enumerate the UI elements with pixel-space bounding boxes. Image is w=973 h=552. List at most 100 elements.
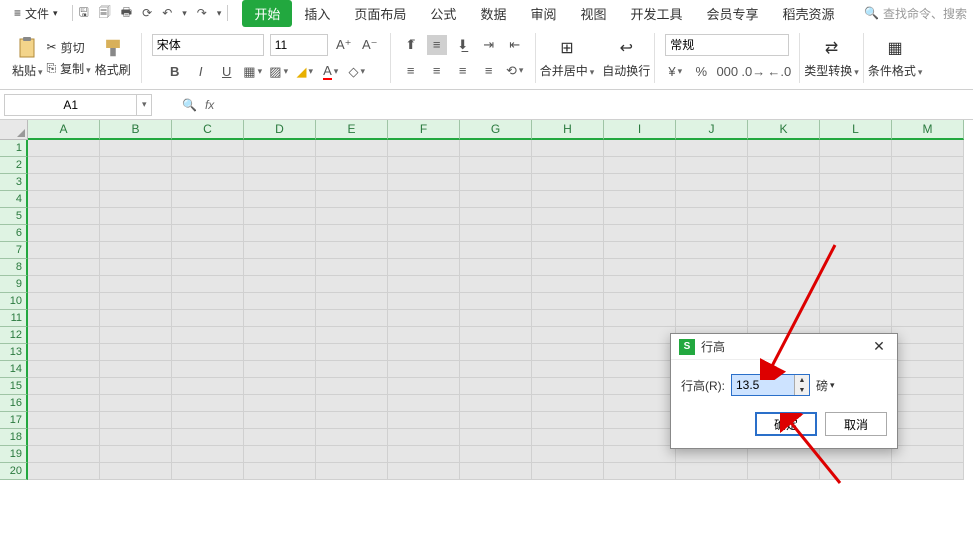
cell[interactable] — [100, 378, 172, 395]
clear-format-button[interactable]: ◇ — [347, 62, 367, 82]
cell[interactable] — [604, 446, 676, 463]
cell[interactable] — [892, 174, 964, 191]
column-header[interactable]: I — [604, 120, 676, 140]
cell[interactable] — [100, 327, 172, 344]
cell[interactable] — [244, 276, 316, 293]
cell[interactable] — [244, 140, 316, 157]
cell[interactable] — [388, 344, 460, 361]
cell[interactable] — [532, 429, 604, 446]
cell[interactable] — [748, 191, 820, 208]
cell[interactable] — [100, 429, 172, 446]
cell[interactable] — [676, 259, 748, 276]
column-header[interactable]: B — [100, 120, 172, 140]
cell[interactable] — [100, 157, 172, 174]
cell[interactable] — [892, 225, 964, 242]
row-height-input[interactable] — [732, 375, 794, 395]
cancel-button[interactable]: 取消 — [825, 412, 887, 436]
cell[interactable] — [172, 463, 244, 480]
cell[interactable] — [820, 293, 892, 310]
cell[interactable] — [28, 463, 100, 480]
cell[interactable] — [100, 259, 172, 276]
cell[interactable] — [460, 208, 532, 225]
tab-data[interactable]: 数据 — [468, 0, 518, 27]
cell[interactable] — [892, 259, 964, 276]
cell[interactable] — [316, 361, 388, 378]
column-header[interactable]: A — [28, 120, 100, 140]
cell[interactable] — [28, 140, 100, 157]
copy-button[interactable]: ⎘ 复制 — [47, 60, 91, 77]
row-header[interactable]: 18 — [0, 429, 28, 446]
cell[interactable] — [676, 225, 748, 242]
cell[interactable] — [172, 225, 244, 242]
orientation-icon[interactable]: ⟲ — [505, 61, 525, 81]
cell[interactable] — [28, 276, 100, 293]
cell[interactable] — [676, 191, 748, 208]
cell[interactable] — [316, 276, 388, 293]
cell[interactable] — [604, 208, 676, 225]
font-color-button[interactable]: A — [321, 62, 341, 82]
cell[interactable] — [28, 259, 100, 276]
cell[interactable] — [316, 259, 388, 276]
cell[interactable] — [316, 395, 388, 412]
cell[interactable] — [172, 395, 244, 412]
dialog-titlebar[interactable]: S 行高 ✕ — [671, 334, 897, 360]
cell[interactable] — [28, 174, 100, 191]
increase-font-icon[interactable]: A⁺ — [334, 35, 354, 55]
cell[interactable] — [820, 140, 892, 157]
cell[interactable] — [460, 327, 532, 344]
cell[interactable] — [892, 208, 964, 225]
cell[interactable] — [604, 361, 676, 378]
command-search[interactable]: 🔍 查找命令、搜索 — [864, 5, 967, 22]
align-top-icon[interactable]: ⬆̄ — [401, 35, 421, 55]
cell[interactable] — [532, 140, 604, 157]
cell[interactable] — [244, 327, 316, 344]
row-header[interactable]: 14 — [0, 361, 28, 378]
decrease-indent-icon[interactable]: ⇤ — [505, 35, 525, 55]
row-header[interactable]: 6 — [0, 225, 28, 242]
align-left-icon[interactable]: ≡ — [401, 61, 421, 81]
cell[interactable] — [172, 378, 244, 395]
cell[interactable] — [748, 225, 820, 242]
cell[interactable] — [388, 446, 460, 463]
cell[interactable] — [28, 395, 100, 412]
cell[interactable] — [388, 378, 460, 395]
font-size-select[interactable] — [270, 34, 328, 56]
cell[interactable] — [532, 191, 604, 208]
cell[interactable] — [388, 395, 460, 412]
font-name-select[interactable] — [152, 34, 264, 56]
merge-center-button[interactable]: ⊞ 合并居中 — [540, 36, 595, 79]
align-center-icon[interactable]: ≡ — [427, 61, 447, 81]
cell[interactable] — [460, 293, 532, 310]
row-header[interactable]: 4 — [0, 191, 28, 208]
cell[interactable] — [820, 191, 892, 208]
cell[interactable] — [316, 463, 388, 480]
cell[interactable] — [100, 140, 172, 157]
cell[interactable] — [604, 412, 676, 429]
cell[interactable] — [316, 191, 388, 208]
cell[interactable] — [388, 276, 460, 293]
unit-dropdown[interactable]: 磅 ▾ — [816, 377, 835, 394]
name-box-dropdown[interactable]: ▾ — [137, 94, 152, 116]
cell[interactable] — [244, 463, 316, 480]
cell[interactable] — [532, 361, 604, 378]
cell[interactable] — [892, 446, 964, 463]
spin-up-icon[interactable]: ▲ — [795, 375, 809, 385]
cell[interactable] — [676, 157, 748, 174]
cell[interactable] — [892, 361, 964, 378]
cell[interactable] — [28, 361, 100, 378]
cell[interactable] — [820, 310, 892, 327]
cell[interactable] — [460, 446, 532, 463]
cell[interactable] — [244, 174, 316, 191]
cell[interactable] — [748, 140, 820, 157]
cell[interactable] — [460, 157, 532, 174]
column-header[interactable]: F — [388, 120, 460, 140]
cell[interactable] — [100, 225, 172, 242]
cell[interactable] — [100, 242, 172, 259]
preview-icon[interactable]: ⟳ — [142, 6, 152, 20]
align-right-icon[interactable]: ≡ — [453, 61, 473, 81]
cell[interactable] — [604, 378, 676, 395]
tab-insert[interactable]: 插入 — [292, 0, 342, 27]
cell[interactable] — [316, 310, 388, 327]
cell[interactable] — [892, 157, 964, 174]
cell[interactable] — [100, 446, 172, 463]
